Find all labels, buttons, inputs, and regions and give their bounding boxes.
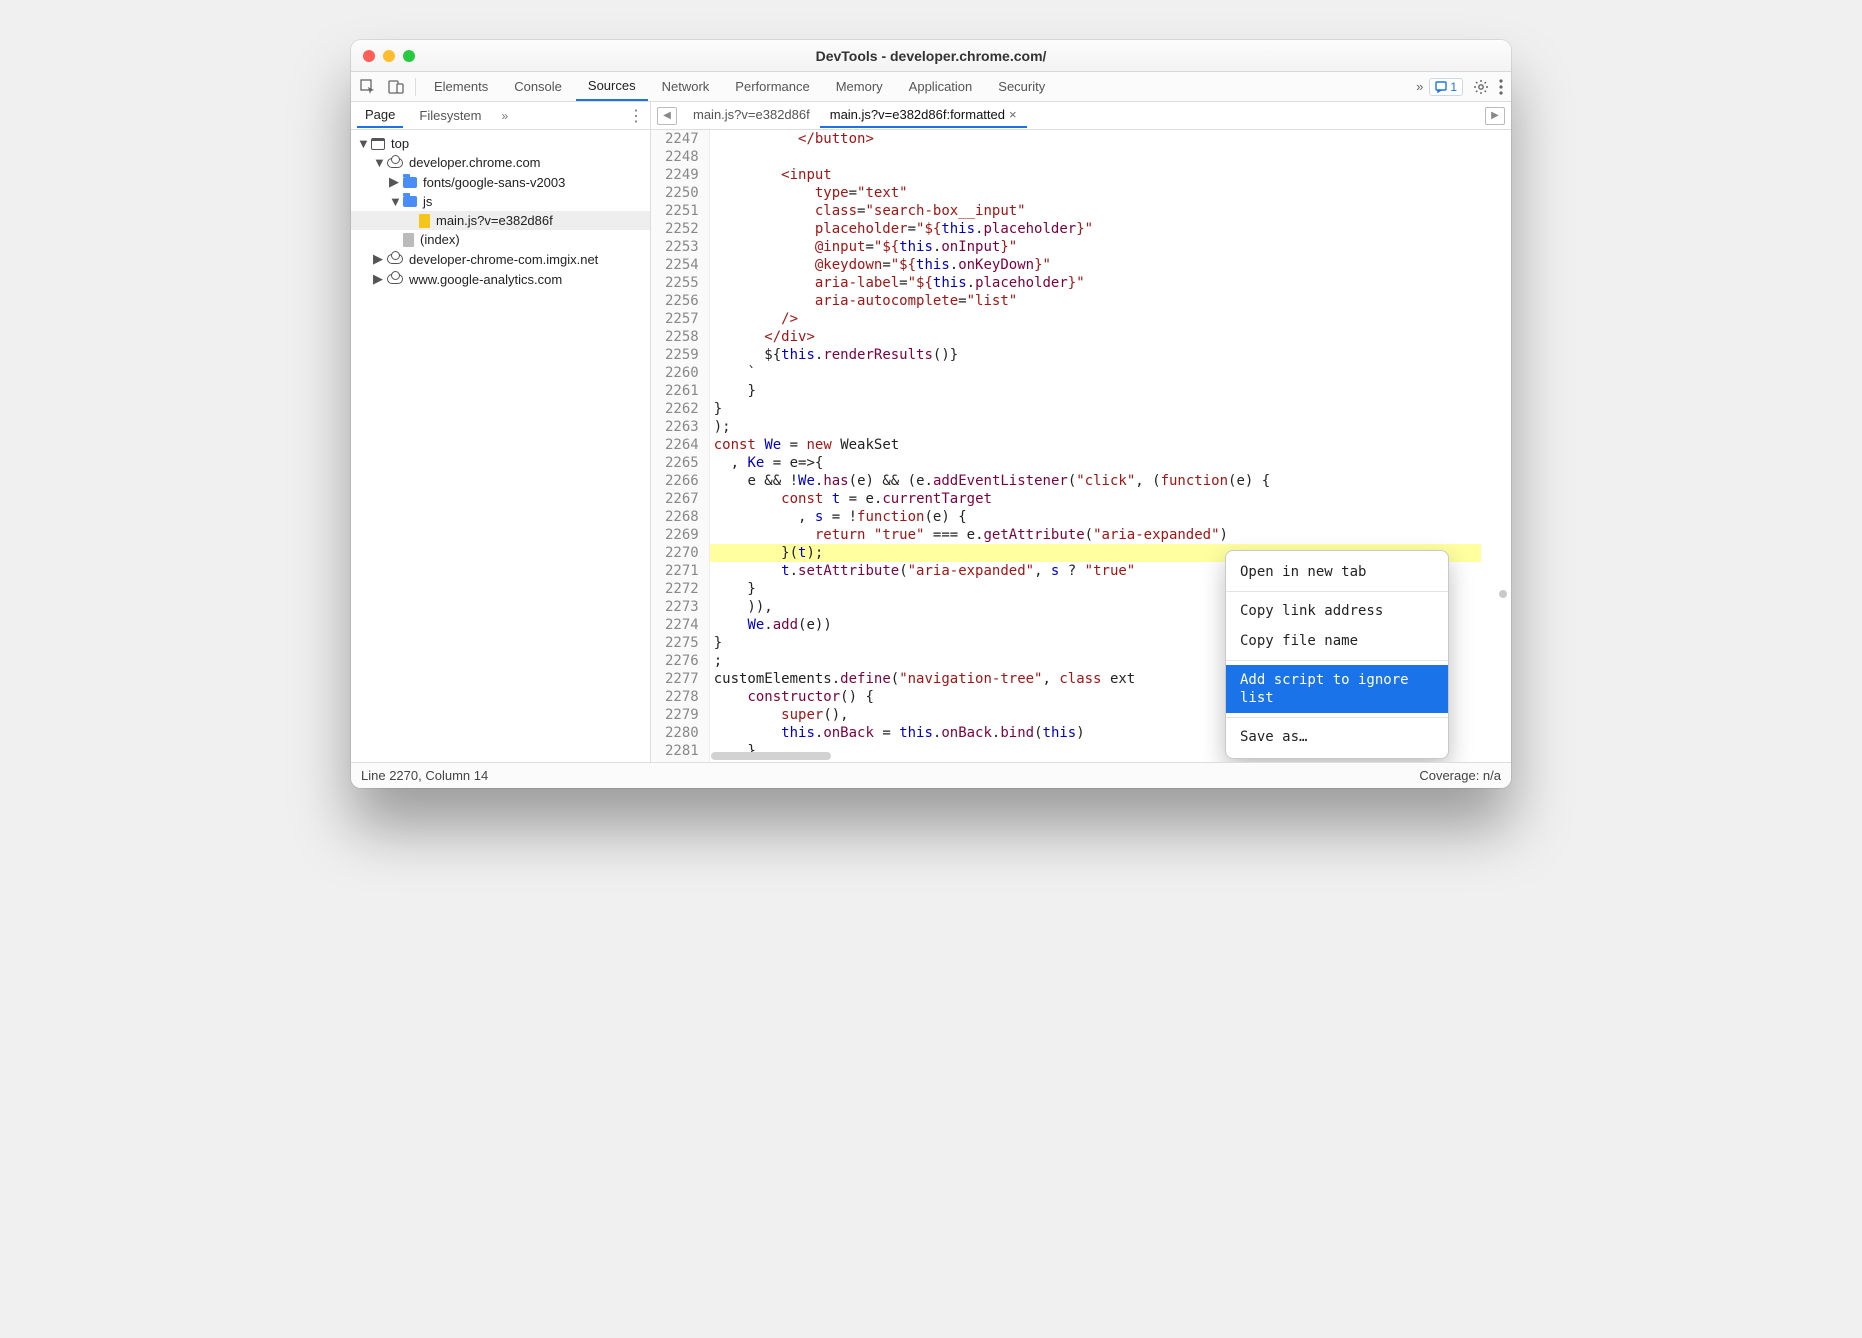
device-toolbar-icon[interactable] [387, 78, 405, 96]
tree-row[interactable]: ▼ js [351, 192, 650, 211]
sidebar-tab-page[interactable]: Page [357, 103, 403, 128]
panel-tab-application[interactable]: Application [897, 73, 985, 100]
sidebar-tabs: Page Filesystem » ⋮ [351, 102, 650, 130]
file-tab[interactable]: main.js?v=e382d86f:formatted× [820, 103, 1027, 128]
file-js-icon [419, 214, 430, 228]
file-icon [403, 233, 414, 247]
panel-tab-network[interactable]: Network [650, 73, 722, 100]
tree-row[interactable]: ▶ www.google-analytics.com [351, 269, 650, 289]
tree-row[interactable]: ▶ developer-chrome-com.imgix.net [351, 249, 650, 269]
tree-row[interactable]: main.js?v=e382d86f [351, 211, 650, 230]
tree-label: top [391, 136, 409, 151]
cloud-icon [387, 158, 403, 168]
editor-pane: ◀ main.js?v=e382d86fmain.js?v=e382d86f:f… [651, 102, 1511, 762]
context-menu-item[interactable]: Open in new tab [1226, 557, 1448, 587]
issues-badge[interactable]: 1 [1429, 78, 1463, 96]
kebab-menu-icon[interactable] [1499, 79, 1503, 95]
cursor-position: Line 2270, Column 14 [361, 768, 488, 783]
code-editor[interactable]: 2247224822492250225122522253225422552256… [651, 130, 1511, 762]
context-menu-separator [1226, 660, 1448, 661]
file-tab[interactable]: main.js?v=e382d86f [683, 103, 820, 128]
tree-label: www.google-analytics.com [409, 272, 562, 287]
devtools-window: DevTools - developer.chrome.com/ Element… [351, 40, 1511, 788]
context-menu-separator [1226, 717, 1448, 718]
tree-label: (index) [420, 232, 460, 247]
inspect-element-icon[interactable] [359, 78, 377, 96]
tree-caret-icon[interactable]: ▼ [373, 155, 381, 170]
window-icon [371, 138, 385, 150]
tree-row[interactable]: ▼ developer.chrome.com [351, 153, 650, 172]
folder-icon [403, 196, 417, 207]
main-toolbar: ElementsConsoleSourcesNetworkPerformance… [351, 72, 1511, 102]
coverage-status: Coverage: n/a [1419, 768, 1501, 783]
panel-tab-sources[interactable]: Sources [576, 72, 648, 101]
panel-tab-security[interactable]: Security [986, 73, 1057, 100]
issues-icon [1435, 81, 1447, 93]
panel-tab-elements[interactable]: Elements [422, 73, 500, 100]
folder-icon [403, 177, 417, 188]
body: Page Filesystem » ⋮ ▼ top ▼ developer.chrome.c… [351, 102, 1511, 762]
tree-label: main.js?v=e382d86f [436, 213, 553, 228]
context-menu-separator [1226, 591, 1448, 592]
tree-caret-icon[interactable]: ▼ [389, 194, 397, 209]
sidebar-kebab-icon[interactable]: ⋮ [628, 106, 644, 126]
tree-row[interactable]: ▶ fonts/google-sans-v2003 [351, 172, 650, 192]
tree-row[interactable]: ▼ top [351, 134, 650, 153]
line-gutter: 2247224822492250225122522253225422552256… [651, 130, 710, 762]
cloud-icon [387, 274, 403, 284]
titlebar: DevTools - developer.chrome.com/ [351, 40, 1511, 72]
horizontal-scrollbar-thumb[interactable] [711, 752, 831, 760]
sidebar-more-button[interactable]: » [502, 109, 509, 123]
toggle-sidebar-button[interactable]: ▶ [1485, 107, 1505, 125]
tree-label: fonts/google-sans-v2003 [423, 175, 565, 190]
tree-label: js [423, 194, 432, 209]
settings-gear-icon[interactable] [1473, 79, 1489, 95]
close-tab-icon[interactable]: × [1009, 107, 1017, 122]
context-menu-item[interactable]: Save as… [1226, 722, 1448, 752]
panel-tab-console[interactable]: Console [502, 73, 574, 100]
tree-caret-icon[interactable]: ▶ [373, 271, 381, 287]
context-menu-item[interactable]: Add script to ignore list [1226, 665, 1448, 713]
window-title: DevTools - developer.chrome.com/ [351, 48, 1511, 64]
tree-row[interactable]: (index) [351, 230, 650, 249]
context-menu[interactable]: Open in new tab Copy link addressCopy fil… [1225, 550, 1449, 759]
panel-tab-performance[interactable]: Performance [723, 73, 821, 100]
tree-caret-icon[interactable]: ▶ [389, 174, 397, 190]
editor-tabbar: ◀ main.js?v=e382d86fmain.js?v=e382d86f:f… [651, 102, 1511, 130]
issues-count: 1 [1450, 80, 1457, 94]
sidebar: Page Filesystem » ⋮ ▼ top ▼ developer.chrome.c… [351, 102, 651, 762]
tree-label: developer.chrome.com [409, 155, 541, 170]
vertical-scrollbar-thumb[interactable] [1499, 590, 1507, 598]
sidebar-tab-filesystem[interactable]: Filesystem [411, 104, 489, 127]
context-menu-item[interactable]: Copy link address [1226, 596, 1448, 626]
more-tabs-button[interactable]: » [1410, 79, 1429, 94]
panel-tab-memory[interactable]: Memory [824, 73, 895, 100]
tree-caret-icon[interactable]: ▶ [373, 251, 381, 267]
file-tree[interactable]: ▼ top ▼ developer.chrome.com ▶ fonts/google-s… [351, 130, 650, 762]
context-menu-item[interactable]: Copy file name [1226, 626, 1448, 656]
nav-history-button[interactable]: ◀ [657, 107, 677, 125]
tree-label: developer-chrome-com.imgix.net [409, 252, 598, 267]
tree-caret-icon[interactable]: ▼ [357, 136, 365, 151]
status-bar: Line 2270, Column 14 Coverage: n/a [351, 762, 1511, 788]
panel-tabs: ElementsConsoleSourcesNetworkPerformance… [422, 72, 1410, 101]
cloud-icon [387, 254, 403, 264]
